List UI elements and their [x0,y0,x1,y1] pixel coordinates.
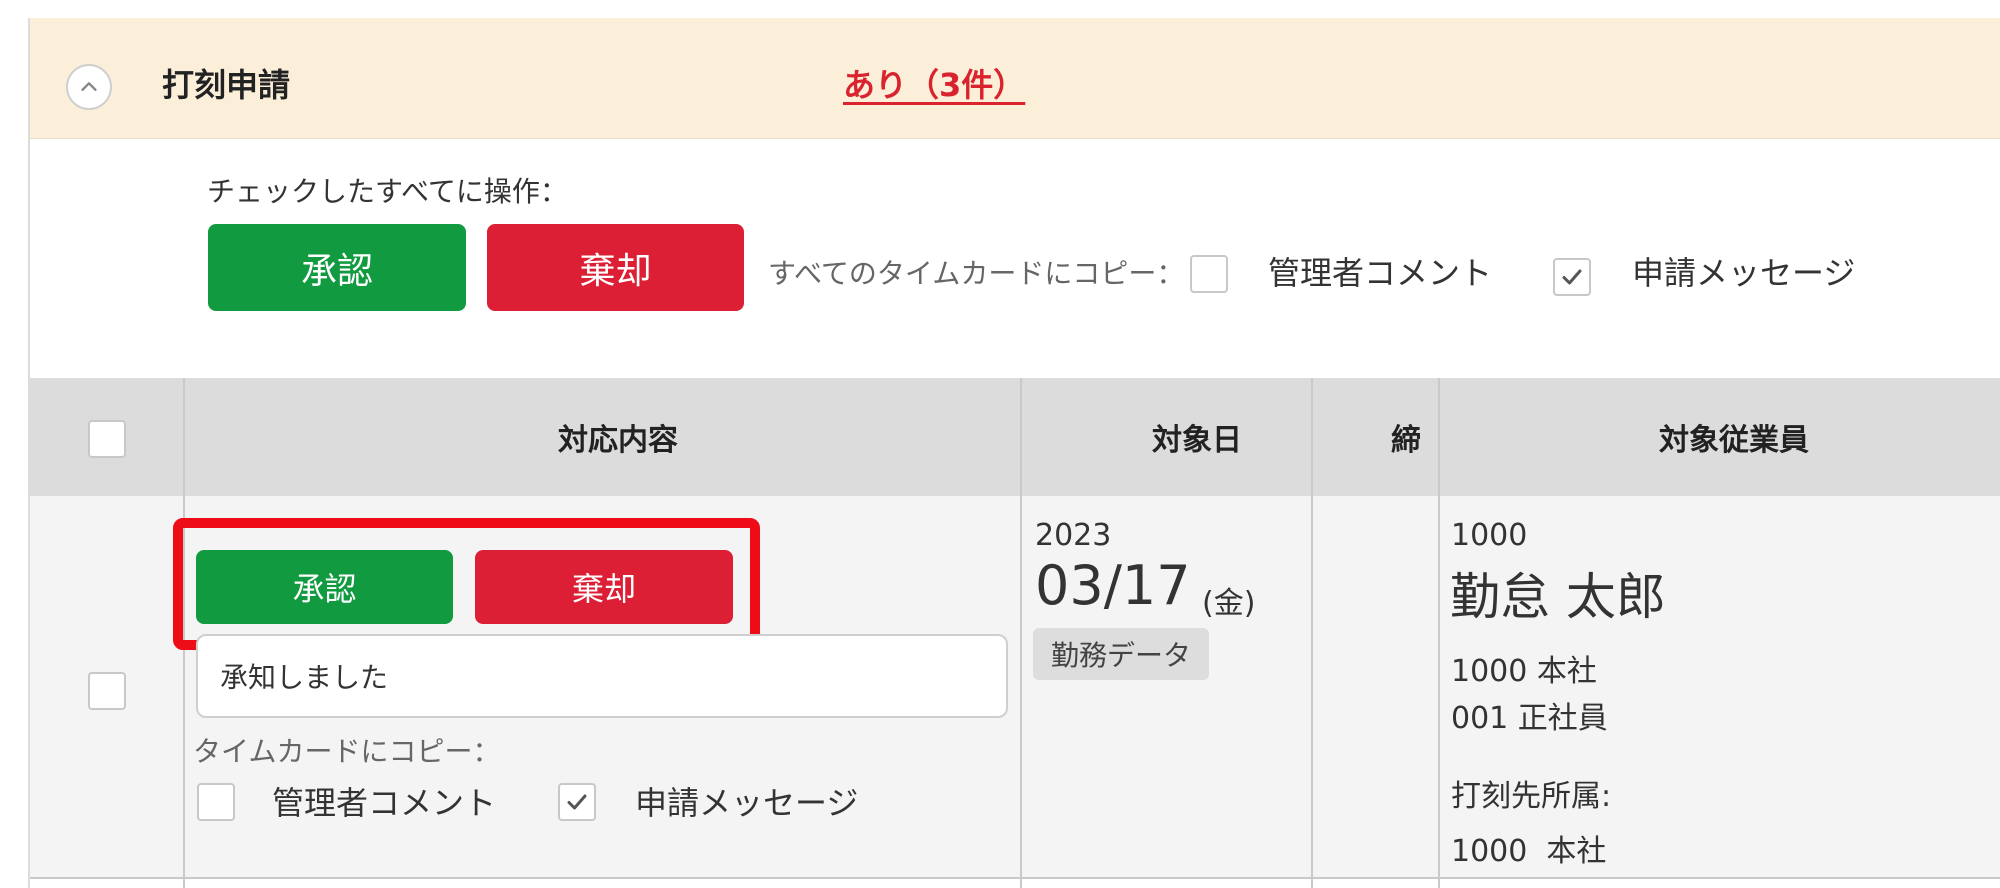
table-header: 対応内容 対象日 締 対象従業員 [30,378,2000,496]
target-month-day: 03/17 [1035,554,1191,617]
section-title: 打刻申請 [162,66,291,104]
section-status-link[interactable]: あり（3件） [843,60,1025,106]
row-reject-button[interactable]: 棄却 [475,550,733,624]
bulk-admin-comment-label: 管理者コメント [1268,254,1493,292]
row-copy-label: タイムカードにコピー： [193,735,501,768]
employee-code: 1000 [1451,518,1528,553]
bulk-reject-button[interactable]: 棄却 [487,224,744,311]
row-admin-comment-checkbox[interactable] [197,783,235,821]
header-employee: 対象従業員 [1659,423,1809,458]
checkmark-icon [567,794,587,810]
row-select-checkbox[interactable] [88,672,126,710]
row-approve-button[interactable]: 承認 [196,550,453,624]
employee-name: 勤怠 太郎 [1450,568,1666,626]
row-request-message-label: 申請メッセージ [635,784,859,822]
bulk-approve-button[interactable]: 承認 [208,224,466,311]
column-divider [1311,378,1313,888]
chevron-up-icon [81,82,97,91]
row-admin-comment-label: 管理者コメント [272,784,497,822]
bulk-admin-comment-checkbox[interactable] [1190,255,1228,293]
checkmark-icon [1562,269,1582,285]
column-divider [1020,378,1022,888]
work-data-tag[interactable]: 勤務データ [1033,628,1209,680]
column-divider [1438,378,1440,888]
bulk-copy-label: すべてのタイムカードにコピー： [768,257,1185,290]
bulk-action-label: チェックしたすべてに操作： [207,175,568,208]
select-all-checkbox[interactable] [88,420,126,458]
target-year: 2023 [1035,518,1112,553]
employee-employment-type: 001 正社員 [1451,701,1608,736]
header-action: 対応内容 [558,423,678,458]
punch-affiliation-value: 1000 本社 [1451,834,1607,869]
header-closing: 締 [1391,423,1421,458]
row-request-message-checkbox[interactable] [558,783,596,821]
target-weekday: (金) [1202,586,1256,621]
comment-input[interactable] [196,634,1008,718]
bulk-request-message-label: 申請メッセージ [1632,254,1856,292]
collapse-button[interactable] [66,64,112,110]
bulk-request-message-checkbox[interactable] [1553,258,1591,296]
employee-department: 1000 本社 [1451,654,1597,689]
punch-affiliation-label: 打刻先所属: [1451,779,1612,814]
header-target-date: 対象日 [1152,423,1242,458]
row-divider [30,877,2000,879]
